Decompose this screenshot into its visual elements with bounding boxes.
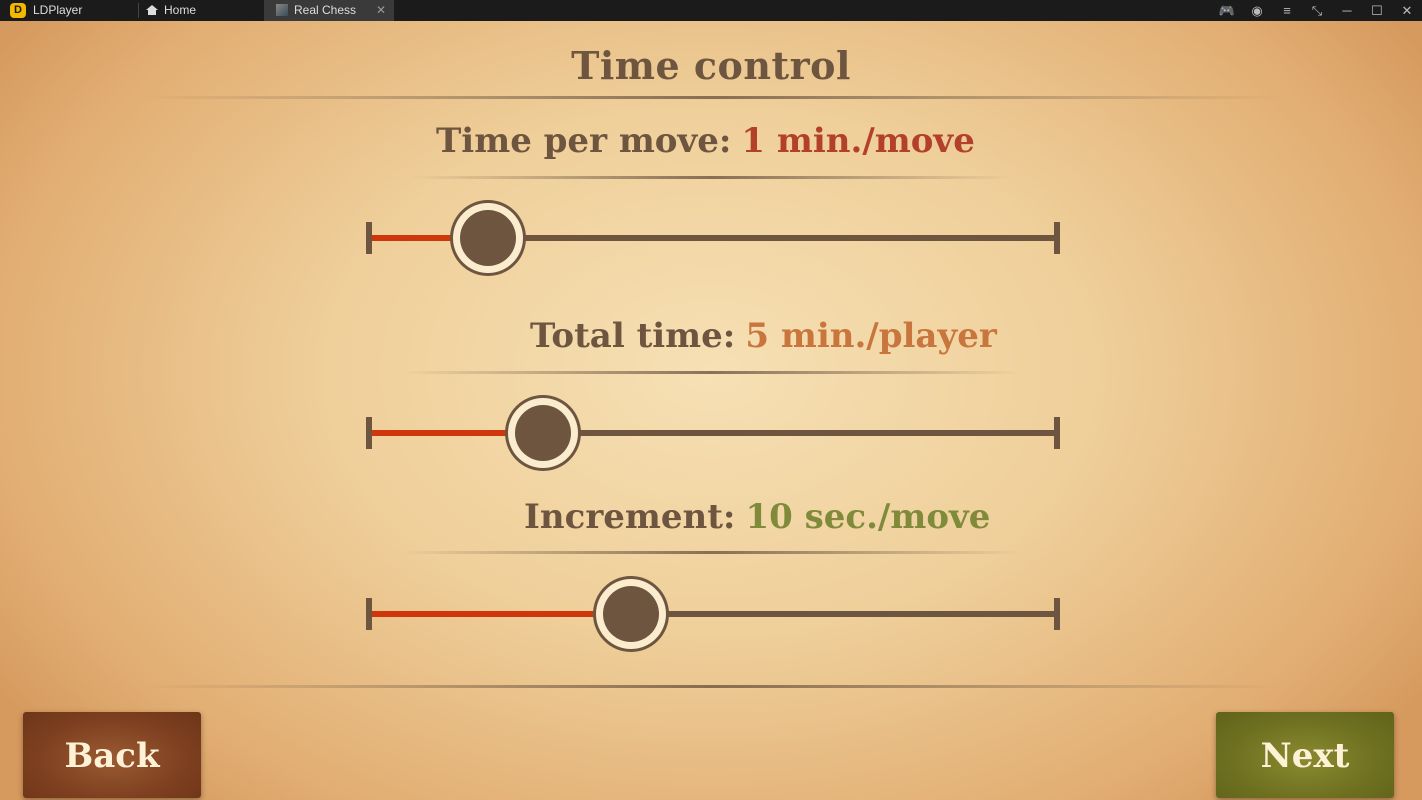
tab-label: Home xyxy=(164,3,197,17)
account-icon[interactable]: ◉ xyxy=(1242,0,1272,21)
setting-label: Increment: xyxy=(524,497,736,537)
increment-label: Increment: 10 sec./move xyxy=(524,497,990,537)
tab-close-icon[interactable]: ✕ xyxy=(376,0,386,21)
next-button[interactable]: Next xyxy=(1216,712,1394,798)
total-time-label: Total time: 5 min./player xyxy=(530,316,997,356)
maximize-icon[interactable]: ☐ xyxy=(1362,0,1392,21)
setting-value: 10 sec./move xyxy=(745,497,991,537)
setting-value: 5 min./player xyxy=(745,316,997,356)
app-thumbnail-icon xyxy=(276,4,288,16)
divider xyxy=(140,685,1282,688)
close-icon[interactable]: ✕ xyxy=(1392,0,1422,21)
minimize-icon[interactable]: ─ xyxy=(1332,0,1362,21)
setting-label: Total time: xyxy=(530,316,736,356)
time-per-move-slider[interactable] xyxy=(366,200,1060,276)
total-time-slider[interactable] xyxy=(366,395,1060,471)
game-screen: Time control Time per move: 1 min./move T… xyxy=(0,21,1422,800)
app-name: LDPlayer xyxy=(33,3,83,17)
tab-home[interactable]: Home xyxy=(146,0,196,21)
slider-handle[interactable] xyxy=(593,576,670,652)
ldplayer-logo-icon: D xyxy=(10,3,26,18)
page-title: Time control xyxy=(571,43,851,88)
slider-max-tick xyxy=(1054,417,1060,449)
divider xyxy=(410,176,1012,179)
divider xyxy=(400,371,1022,374)
divider xyxy=(138,3,139,18)
slider-handle[interactable] xyxy=(449,200,526,276)
home-icon xyxy=(146,5,158,15)
time-per-move-label: Time per move: 1 min./move xyxy=(436,121,975,161)
title-bar: D LDPlayer Home Real Chess ✕ 🎮 ◉ ≡ ⤡ ─ ☐… xyxy=(0,0,1422,21)
divider xyxy=(400,551,1022,554)
menu-icon[interactable]: ≡ xyxy=(1272,0,1302,21)
back-button[interactable]: Back xyxy=(23,712,201,798)
divider xyxy=(140,96,1282,99)
slider-max-tick xyxy=(1054,222,1060,254)
tab-real-chess[interactable]: Real Chess ✕ xyxy=(264,0,394,21)
slider-handle[interactable] xyxy=(504,395,581,471)
slider-max-tick xyxy=(1054,598,1060,630)
increment-slider[interactable] xyxy=(366,576,1060,652)
tab-label: Real Chess xyxy=(294,3,357,17)
resize-icon[interactable]: ⤡ xyxy=(1302,0,1332,21)
setting-label: Time per move: xyxy=(436,121,732,161)
setting-value: 1 min./move xyxy=(741,121,975,161)
gamepad-icon[interactable]: 🎮 xyxy=(1212,0,1242,21)
